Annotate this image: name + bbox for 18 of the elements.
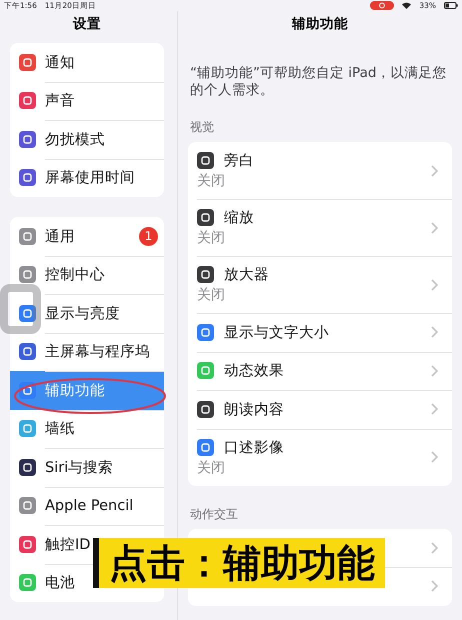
notification-badge: 1 [139,226,158,246]
page-title: 辅助功能 [290,15,349,34]
row-value: 关闭 [197,172,226,190]
row-title: 放大器 [224,266,269,284]
row-title: 显示与文字大小 [224,324,329,342]
row-value: 关闭 [197,229,226,247]
section-header: 视觉 [190,119,215,136]
sidebar-title: 设置 [72,15,102,34]
row-title: 旁白 [224,152,254,170]
row-value: 关闭 [197,286,226,304]
row-title: 动态效果 [224,362,284,380]
description-text: “辅助功能”可帮助您自定 iPad，以满足您的个人需求。 [190,65,448,99]
row-title: 缩放 [224,209,254,227]
subtitle-overlay: 点击：辅助功能 [93,538,385,588]
row-title: 朗读内容 [224,400,284,419]
row-value: 关闭 [197,458,226,476]
row-title: 口述影像 [224,438,284,456]
section-header: 动作交互 [190,506,239,522]
